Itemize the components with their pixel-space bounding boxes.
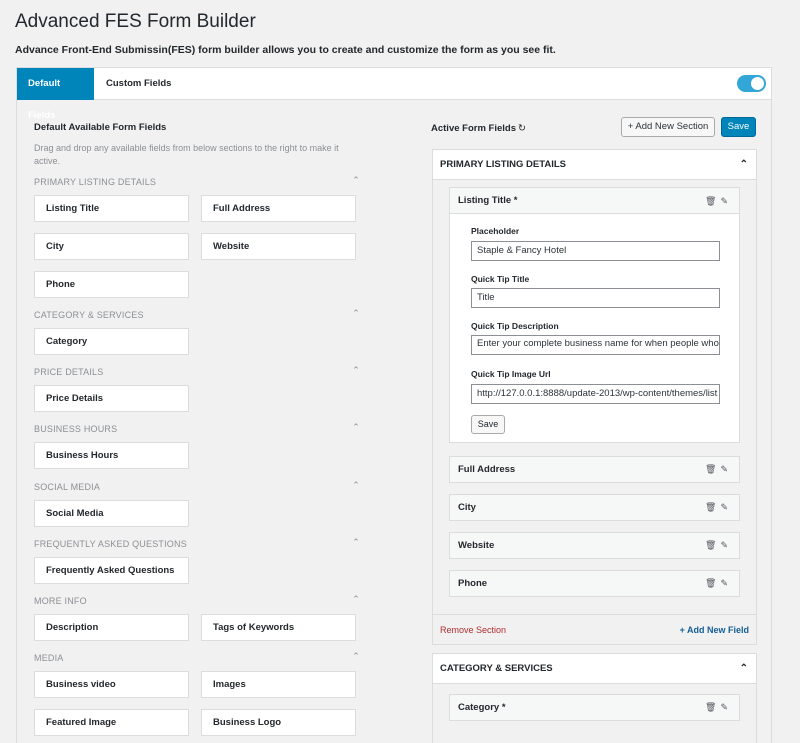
trash-icon[interactable]: 🗑 bbox=[705, 196, 720, 206]
field-price-details[interactable]: Price Details bbox=[34, 385, 189, 412]
group-heading-social[interactable]: SOCIAL MEDIA ⌃ bbox=[34, 480, 360, 496]
chevron-up-icon[interactable]: ⌃ bbox=[740, 150, 748, 180]
field-full-address[interactable]: Full Address bbox=[201, 195, 356, 222]
refresh-icon[interactable]: ↻ bbox=[518, 123, 526, 134]
remove-section-link[interactable]: Remove Section bbox=[440, 625, 506, 635]
active-fields-title: Active Form Fields ↻ bbox=[431, 123, 526, 134]
field-website[interactable]: Website bbox=[201, 233, 356, 260]
tip-description-label: Quick Tip Description bbox=[471, 321, 559, 331]
available-fields-hint: Drag and drop any available fields from … bbox=[34, 143, 339, 166]
field-business-video[interactable]: Business video bbox=[34, 671, 189, 698]
trash-icon[interactable]: 🗑 bbox=[705, 702, 720, 712]
pencil-icon[interactable]: ✎ bbox=[720, 578, 732, 588]
pencil-icon[interactable]: ✎ bbox=[720, 702, 732, 712]
form-builder-panel: Default Fields Custom Fields Default Ava… bbox=[16, 67, 772, 743]
chevron-up-icon[interactable]: ⌃ bbox=[352, 537, 360, 548]
tab-bar: Default Fields Custom Fields bbox=[17, 68, 771, 121]
trash-icon[interactable]: 🗑 bbox=[705, 578, 720, 588]
field-business-hours[interactable]: Business Hours bbox=[34, 442, 189, 469]
group-heading-more-info[interactable]: MORE INFO ⌃ bbox=[34, 594, 360, 610]
group-heading-price[interactable]: PRICE DETAILS ⌃ bbox=[34, 365, 360, 381]
field-description[interactable]: Description bbox=[34, 614, 189, 641]
tip-image-url-label: Quick Tip Image Url bbox=[471, 369, 551, 379]
group-heading-faq[interactable]: FREQUENTLY ASKED QUESTIONS ⌃ bbox=[34, 537, 360, 553]
chevron-up-icon[interactable]: ⌃ bbox=[352, 365, 360, 376]
chevron-up-icon[interactable]: ⌃ bbox=[352, 175, 360, 186]
tip-title-label: Quick Tip Title bbox=[471, 274, 530, 284]
active-field-category[interactable]: Category * 🗑✎ bbox=[449, 694, 740, 721]
placeholder-input[interactable]: Staple & Fancy Hotel bbox=[471, 241, 720, 261]
field-images[interactable]: Images bbox=[201, 671, 356, 698]
tip-image-url-input[interactable]: http://127.0.0.1:8888/update-2013/wp-con… bbox=[471, 384, 720, 404]
add-new-section-button[interactable]: + Add New Section bbox=[621, 117, 715, 137]
tip-title-input[interactable]: Title bbox=[471, 288, 720, 308]
page-description: Advance Front-End Submissin(FES) form bu… bbox=[15, 44, 556, 56]
group-heading-hours[interactable]: BUSINESS HOURS ⌃ bbox=[34, 422, 360, 438]
expanded-field-listing-title: Listing Title * 🗑✎ Placeholder Staple & … bbox=[449, 187, 740, 443]
trash-icon[interactable]: 🗑 bbox=[705, 502, 720, 512]
field-city[interactable]: City bbox=[34, 233, 189, 260]
field-header[interactable]: Listing Title * 🗑✎ bbox=[450, 188, 739, 214]
page-title: Advanced FES Form Builder bbox=[15, 11, 256, 32]
field-category[interactable]: Category bbox=[34, 328, 189, 355]
section-heading[interactable]: CATEGORY & SERVICES ⌃ bbox=[433, 654, 756, 684]
tab-custom-fields[interactable]: Custom Fields bbox=[95, 68, 182, 100]
tab-default-fields[interactable]: Default Fields bbox=[17, 68, 94, 121]
add-new-field-link[interactable]: + Add New Field bbox=[680, 625, 749, 635]
chevron-up-icon[interactable]: ⌃ bbox=[740, 654, 748, 684]
active-field-full-address[interactable]: Full Address 🗑✎ bbox=[449, 456, 740, 483]
active-section-category: CATEGORY & SERVICES ⌃ Category * 🗑✎ bbox=[432, 653, 757, 743]
field-featured-image[interactable]: Featured Image bbox=[34, 709, 189, 736]
active-section-primary: PRIMARY LISTING DETAILS ⌃ Listing Title … bbox=[432, 149, 757, 645]
pencil-icon[interactable]: ✎ bbox=[720, 464, 732, 474]
section-footer: Remove Section + Add New Field bbox=[433, 614, 756, 644]
section-heading[interactable]: PRIMARY LISTING DETAILS ⌃ bbox=[433, 150, 756, 180]
chevron-up-icon[interactable]: ⌃ bbox=[352, 651, 360, 662]
trash-icon[interactable]: 🗑 bbox=[705, 464, 720, 474]
available-fields-title: Default Available Form Fields bbox=[34, 122, 167, 133]
active-field-phone[interactable]: Phone 🗑✎ bbox=[449, 570, 740, 597]
chevron-up-icon[interactable]: ⌃ bbox=[352, 480, 360, 491]
field-save-button[interactable]: Save bbox=[471, 415, 505, 434]
field-tags-keywords[interactable]: Tags of Keywords bbox=[201, 614, 356, 641]
group-heading-primary[interactable]: PRIMARY LISTING DETAILS ⌃ bbox=[34, 175, 360, 191]
chevron-up-icon[interactable]: ⌃ bbox=[352, 422, 360, 433]
placeholder-label: Placeholder bbox=[471, 226, 520, 236]
field-listing-title[interactable]: Listing Title bbox=[34, 195, 189, 222]
field-phone[interactable]: Phone bbox=[34, 271, 189, 298]
chevron-up-icon[interactable]: ⌃ bbox=[352, 308, 360, 319]
chevron-up-icon[interactable]: ⌃ bbox=[352, 594, 360, 605]
save-button[interactable]: Save bbox=[721, 117, 756, 137]
pencil-icon[interactable]: ✎ bbox=[720, 502, 732, 512]
trash-icon[interactable]: 🗑 bbox=[705, 540, 720, 550]
active-field-city[interactable]: City 🗑✎ bbox=[449, 494, 740, 521]
active-field-website[interactable]: Website 🗑✎ bbox=[449, 532, 740, 559]
pencil-icon[interactable]: ✎ bbox=[720, 540, 732, 550]
enable-toggle[interactable] bbox=[737, 75, 766, 92]
group-heading-category[interactable]: CATEGORY & SERVICES ⌃ bbox=[34, 308, 360, 324]
group-heading-media[interactable]: MEDIA ⌃ bbox=[34, 651, 360, 667]
field-faq[interactable]: Frequently Asked Questions bbox=[34, 557, 189, 584]
field-social-media[interactable]: Social Media bbox=[34, 500, 189, 527]
tip-description-textarea[interactable]: Enter your complete business name for wh… bbox=[471, 335, 720, 355]
pencil-icon[interactable]: ✎ bbox=[720, 196, 732, 206]
field-business-logo[interactable]: Business Logo bbox=[201, 709, 356, 736]
